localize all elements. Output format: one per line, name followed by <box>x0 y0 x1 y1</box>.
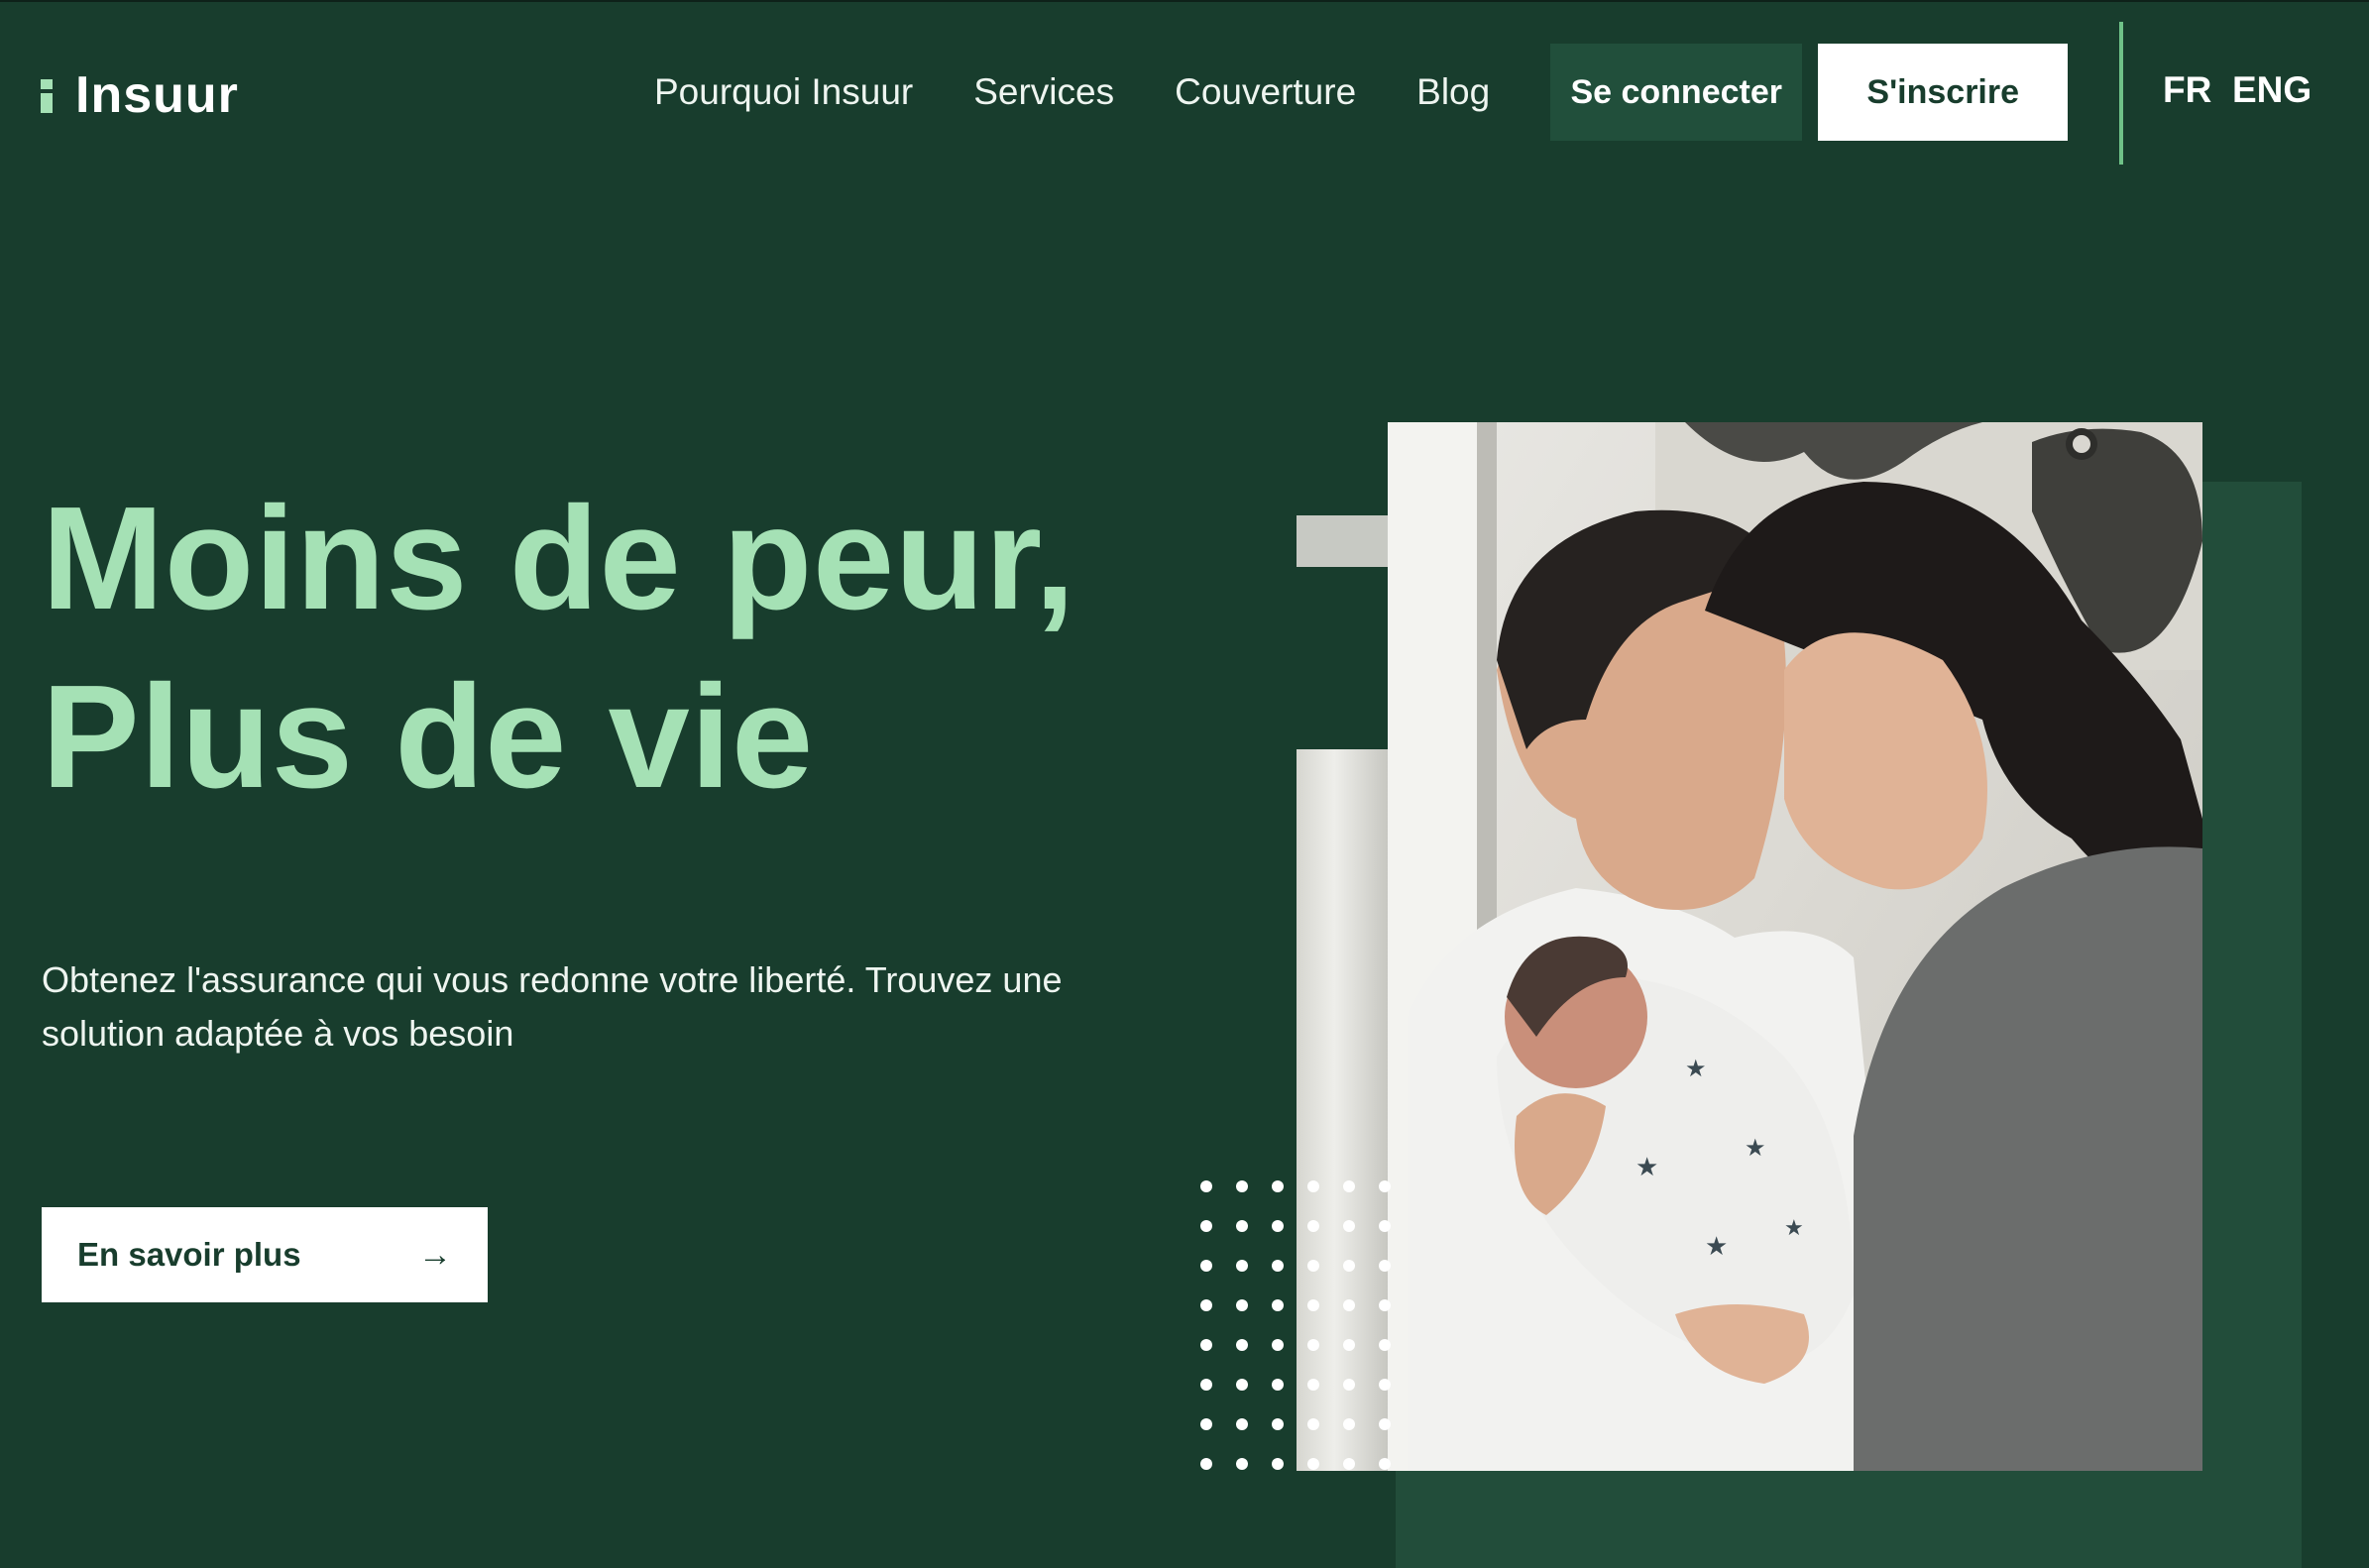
login-button[interactable]: Se connecter <box>1550 44 1803 141</box>
nav-item-services[interactable]: Services <box>973 71 1114 113</box>
landing-page: Insuur Pourquoi Insuur Services Couvertu… <box>0 0 2369 1568</box>
decorative-dot-grid <box>1200 1180 1391 1470</box>
learn-more-label: En savoir plus <box>77 1236 301 1273</box>
hero-title-line-1: Moins de peur, <box>42 477 1076 640</box>
language-eng[interactable]: ENG <box>2232 69 2312 111</box>
window-strip-top <box>1297 515 1392 567</box>
hero-title: Moins de peur, Plus de vie <box>42 470 1075 827</box>
hero-subtitle: Obtenez l'assurance qui vous redonne vot… <box>42 959 1063 1054</box>
svg-text:★: ★ <box>1784 1215 1804 1240</box>
svg-text:★: ★ <box>1685 1056 1707 1082</box>
signup-button[interactable]: S'inscrire <box>1818 44 2069 141</box>
family-with-newborn-photo: ★ ★ ★ ★ ★ <box>1388 422 2202 1471</box>
nav-item-blog[interactable]: Blog <box>1416 71 1490 113</box>
arrow-right-icon: → <box>418 1235 452 1274</box>
hero-title-line-2: Plus de vie <box>42 655 814 819</box>
svg-text:★: ★ <box>1636 1152 1658 1181</box>
svg-text:★: ★ <box>1705 1231 1728 1261</box>
hero-photo: ★ ★ ★ ★ ★ <box>1388 422 2202 1471</box>
main-nav: Pourquoi Insuur Services Couverture Blog… <box>654 44 2069 141</box>
svg-text:★: ★ <box>1745 1135 1766 1162</box>
logo-icon <box>40 77 54 113</box>
language-fr[interactable]: FR <box>2163 69 2211 111</box>
nav-divider <box>2119 22 2123 165</box>
window-strip-dark <box>1297 567 1392 749</box>
brand-name: Insuur <box>75 66 239 124</box>
nav-item-couverture[interactable]: Couverture <box>1175 71 1356 113</box>
learn-more-button[interactable]: En savoir plus → <box>42 1207 488 1302</box>
nav-item-pourquoi[interactable]: Pourquoi Insuur <box>654 71 913 113</box>
brand-logo[interactable]: Insuur <box>40 65 239 125</box>
